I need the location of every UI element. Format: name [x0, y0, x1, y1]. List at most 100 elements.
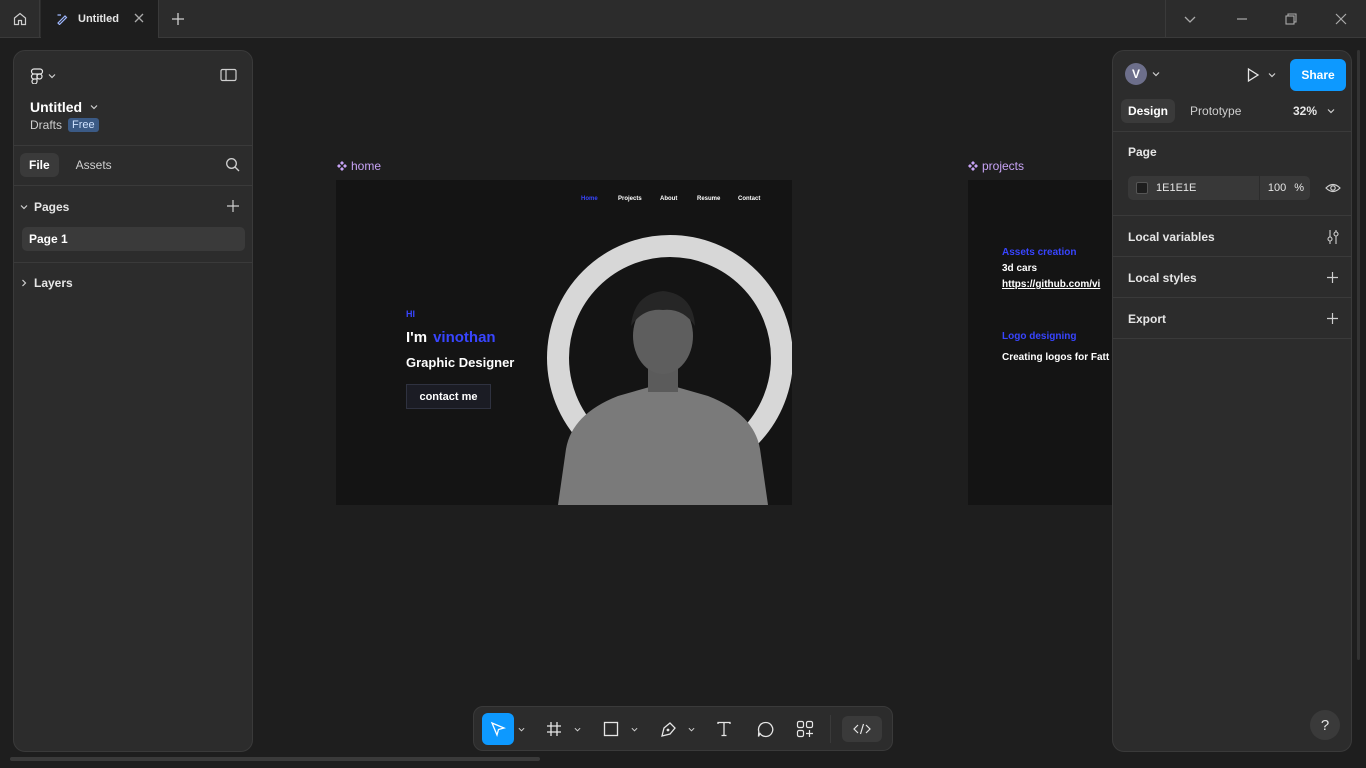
- page-item-page-1[interactable]: Page 1: [22, 227, 245, 251]
- plan-badge[interactable]: Free: [68, 118, 99, 132]
- page-background-color[interactable]: 1E1E1E: [1128, 176, 1259, 200]
- share-button[interactable]: Share: [1290, 59, 1346, 91]
- chevron-down-icon[interactable]: [688, 726, 695, 733]
- tab-design[interactable]: Design: [1121, 99, 1176, 123]
- hero-intro: I'm vinothan: [406, 329, 496, 346]
- search-layers-button[interactable]: [225, 157, 240, 172]
- tab-prototype[interactable]: Prototype: [1183, 99, 1248, 123]
- toggle-visibility-button[interactable]: [1325, 181, 1341, 195]
- home-button[interactable]: [0, 0, 40, 38]
- cursor-icon: [490, 721, 506, 737]
- plus-icon: [172, 13, 184, 25]
- dev-mode-toggle[interactable]: [842, 716, 882, 742]
- rectangle-tool-button[interactable]: [595, 713, 627, 745]
- color-swatch[interactable]: [1136, 182, 1148, 194]
- move-tool-button[interactable]: [482, 713, 514, 745]
- main-menu-button[interactable]: [30, 68, 56, 84]
- divider: [1113, 338, 1351, 339]
- chevron-down-icon[interactable]: [574, 726, 581, 733]
- minimize-button[interactable]: [1235, 11, 1249, 27]
- chevron-down-icon: [1152, 72, 1160, 77]
- new-tab-button[interactable]: [170, 11, 186, 27]
- tab-assets[interactable]: Assets: [67, 153, 121, 177]
- project-desc-3d-cars: 3d cars: [1002, 263, 1038, 274]
- divider: [1113, 256, 1351, 257]
- comment-tool[interactable]: [749, 713, 781, 745]
- divider: [1113, 215, 1351, 216]
- export-label[interactable]: Export: [1128, 312, 1166, 326]
- present-button[interactable]: [1246, 67, 1276, 83]
- frame-projects[interactable]: Assets creation 3d cars https://github.c…: [968, 180, 1112, 505]
- bottom-toolbar: [473, 706, 893, 751]
- drafts-label[interactable]: Drafts: [30, 118, 62, 132]
- text-tool[interactable]: [708, 713, 740, 745]
- local-variables-button[interactable]: [1326, 229, 1340, 245]
- actions-button[interactable]: [789, 713, 821, 745]
- minimize-icon: [1237, 18, 1247, 20]
- rectangle-icon: [603, 721, 619, 737]
- close-icon: [1335, 13, 1347, 25]
- frame-label-text: home: [351, 159, 382, 173]
- text-tool-button[interactable]: [708, 713, 740, 745]
- pen-tool-button[interactable]: [652, 713, 684, 745]
- restore-button[interactable]: [1284, 11, 1298, 27]
- variables-icon: [1327, 230, 1339, 244]
- file-title[interactable]: Untitled: [30, 99, 98, 115]
- close-tab-button[interactable]: [133, 12, 145, 24]
- file-tab-title: Untitled: [78, 13, 119, 25]
- page-background-opacity[interactable]: 100 %: [1260, 176, 1310, 200]
- opacity-value: 100: [1267, 182, 1287, 194]
- add-page-button[interactable]: [226, 199, 240, 213]
- divider: [14, 262, 252, 263]
- right-panel-tabs: Design Prototype: [1121, 99, 1248, 123]
- toolbar-divider: [830, 715, 831, 743]
- file-tab[interactable]: Untitled: [41, 0, 159, 38]
- file-title-text: Untitled: [30, 99, 83, 115]
- chevron-down-icon: [1184, 16, 1196, 23]
- plus-icon: [1327, 313, 1338, 324]
- frame-tool-button[interactable]: [538, 713, 570, 745]
- project-title-logo: Logo designing: [1002, 331, 1077, 342]
- chevron-down-icon: [1268, 73, 1276, 78]
- chevron-down-icon[interactable]: [631, 726, 638, 733]
- add-export-button[interactable]: [1326, 312, 1339, 325]
- plus-icon: [227, 200, 239, 212]
- actions-tool[interactable]: [789, 713, 821, 745]
- text-icon: [717, 721, 731, 737]
- account-menu[interactable]: V: [1125, 63, 1160, 85]
- move-tool[interactable]: [482, 713, 525, 745]
- tabs-dropdown-button[interactable]: [1183, 11, 1197, 27]
- pages-section-toggle[interactable]: Pages: [20, 200, 69, 214]
- chevron-down-icon: [20, 205, 28, 210]
- add-style-button[interactable]: [1326, 271, 1339, 284]
- pen-tool[interactable]: [652, 713, 695, 745]
- frame-label-home[interactable]: home: [337, 159, 381, 173]
- frame-home[interactable]: Home Projects About Resume Contact HI I'…: [336, 180, 792, 505]
- horizontal-scrollbar[interactable]: [10, 757, 540, 761]
- local-styles-label[interactable]: Local styles: [1128, 271, 1197, 285]
- project-title-assets: Assets creation: [1002, 247, 1077, 258]
- zoom-level: 32%: [1293, 104, 1318, 118]
- hero-im: I'm: [406, 329, 428, 346]
- frame-tool[interactable]: [538, 713, 581, 745]
- help-button[interactable]: ?: [1310, 710, 1340, 740]
- chevron-down-icon[interactable]: [518, 726, 525, 733]
- zoom-menu[interactable]: 32%: [1293, 104, 1335, 118]
- search-icon: [226, 158, 240, 172]
- local-variables-label[interactable]: Local variables: [1128, 230, 1215, 244]
- tab-file[interactable]: File: [20, 153, 59, 177]
- divider: [14, 185, 252, 186]
- toggle-ui-button[interactable]: [220, 68, 237, 82]
- shape-tool[interactable]: [595, 713, 638, 745]
- background-hex: 1E1E1E: [1156, 182, 1197, 194]
- comment-tool-button[interactable]: [749, 713, 781, 745]
- figma-logo-icon: [30, 68, 44, 84]
- nav-resume: Resume: [697, 196, 721, 202]
- layers-section-toggle[interactable]: Layers: [20, 276, 73, 290]
- close-window-button[interactable]: [1334, 11, 1348, 27]
- frame-label-projects[interactable]: projects: [968, 159, 1024, 173]
- vertical-scrollbar[interactable]: [1357, 50, 1360, 660]
- plus-icon: [1327, 272, 1338, 283]
- comment-icon: [757, 721, 773, 737]
- left-panel: Untitled Drafts Free File Assets Pages P…: [13, 50, 253, 752]
